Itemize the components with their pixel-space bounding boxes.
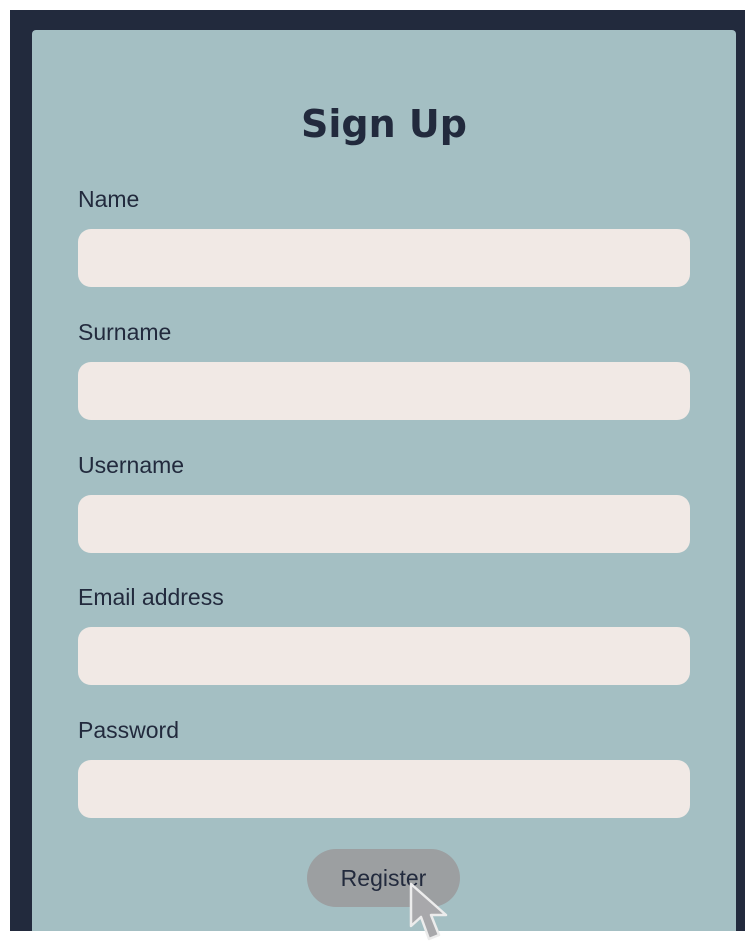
password-label: Password (78, 717, 179, 743)
email-input[interactable] (78, 627, 690, 685)
email-label: Email address (78, 584, 224, 610)
username-input[interactable] (78, 495, 690, 553)
register-button[interactable]: Register (307, 849, 460, 907)
page-title: Sign Up (301, 102, 467, 146)
name-label: Name (78, 186, 140, 212)
signup-card: Sign Up Name Surname Username Email addr… (32, 30, 736, 931)
name-input[interactable] (78, 229, 690, 287)
surname-input[interactable] (78, 362, 690, 420)
password-input[interactable] (78, 760, 690, 818)
username-label: Username (78, 452, 185, 478)
surname-label: Surname (78, 319, 172, 345)
